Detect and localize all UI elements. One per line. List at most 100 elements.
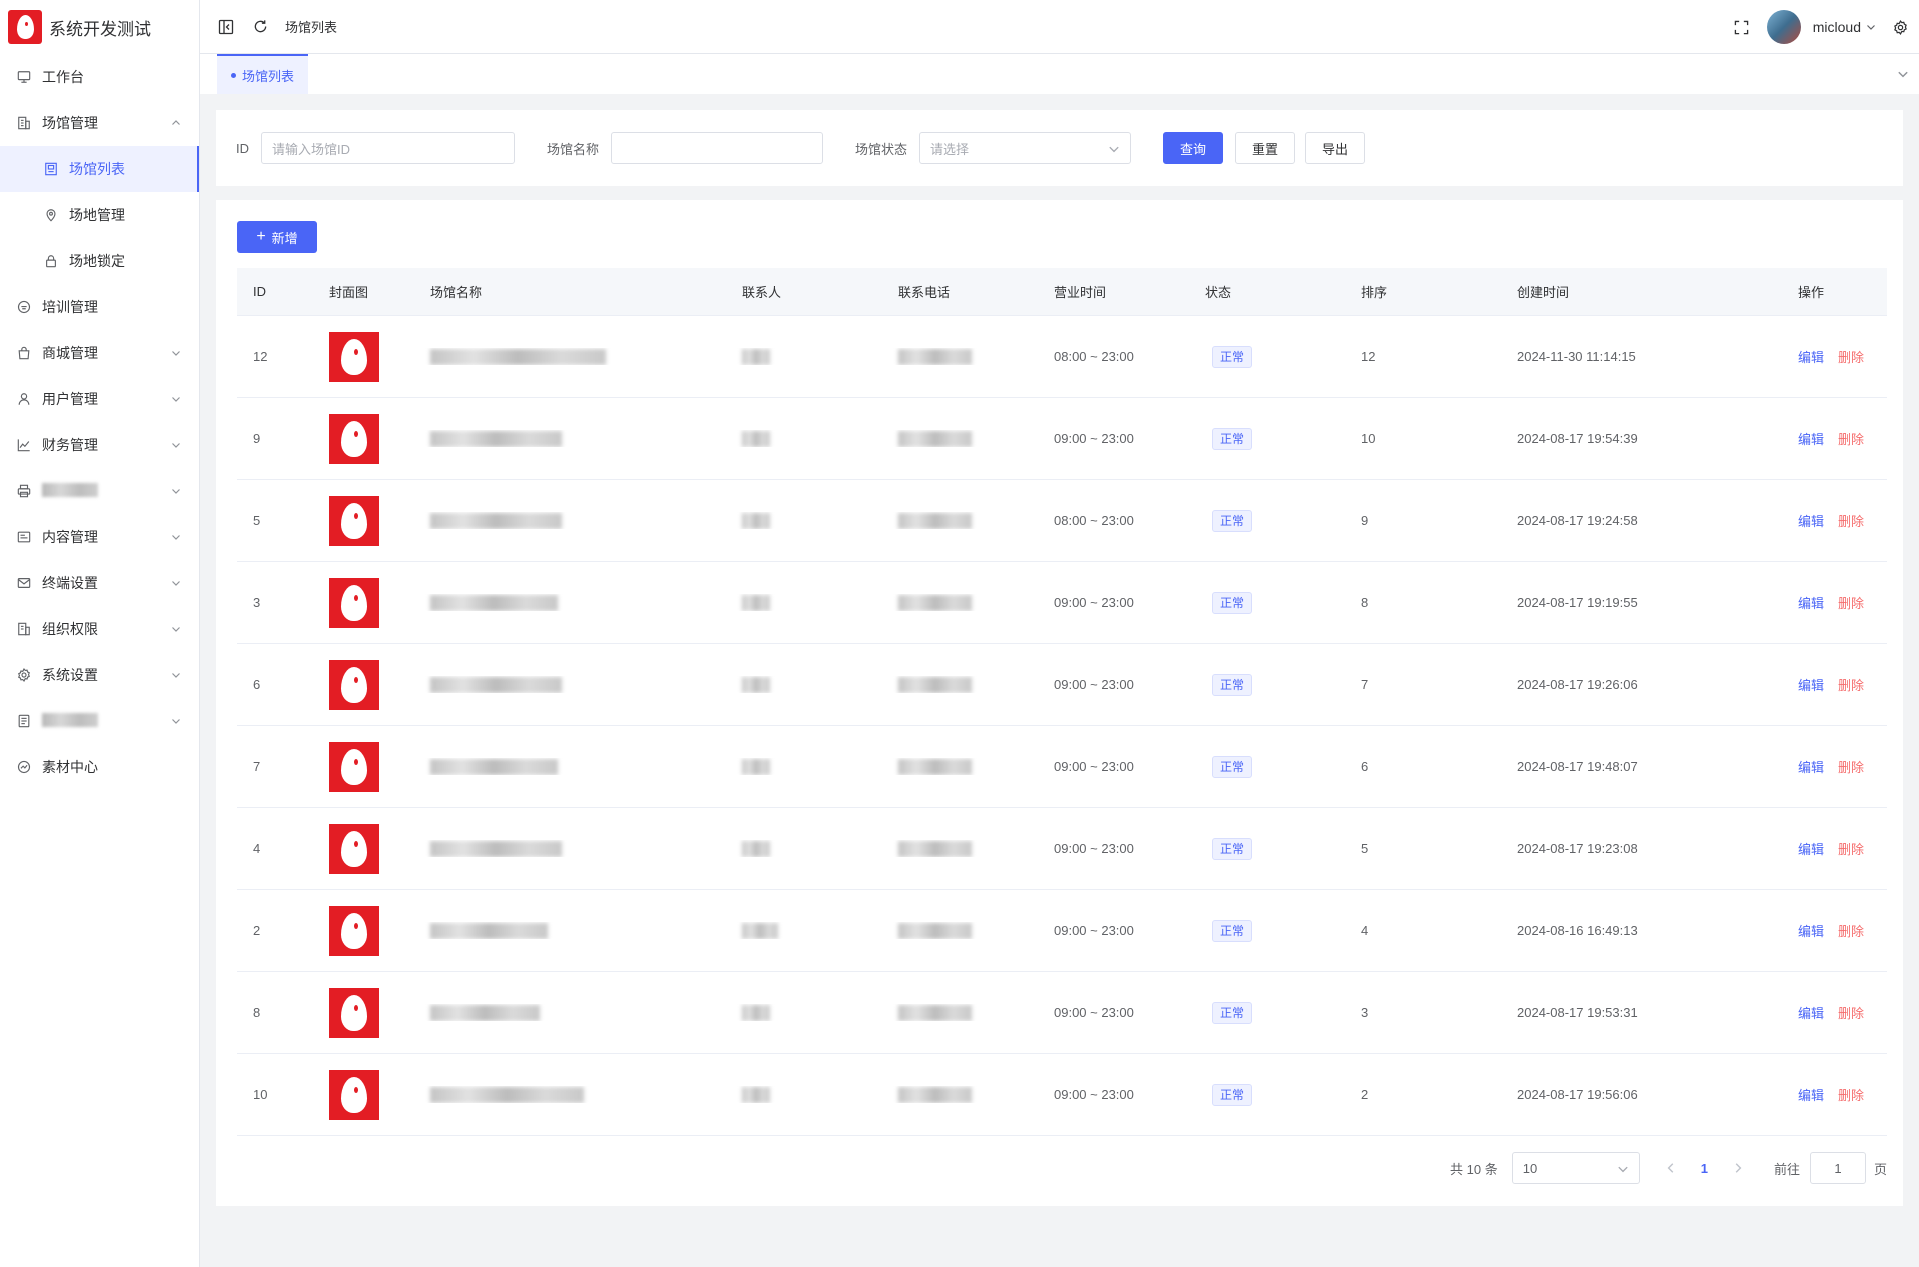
goto-label: 前往 xyxy=(1773,1161,1800,1177)
cover-image[interactable] xyxy=(329,659,379,710)
breadcrumb[interactable]: 场馆列表 xyxy=(285,17,337,36)
logo[interactable]: 系统开发测试 xyxy=(0,0,199,54)
chevron-down-icon[interactable] xyxy=(1865,18,1877,36)
cover-image[interactable] xyxy=(329,741,379,792)
delete-button[interactable]: 删除 xyxy=(1838,1006,1864,1021)
column-header-operations: 操作 xyxy=(1798,285,1825,300)
cell-sort: 8 xyxy=(1361,595,1369,610)
delete-button[interactable]: 删除 xyxy=(1838,432,1864,447)
cover-image[interactable] xyxy=(329,577,379,628)
refresh-icon[interactable] xyxy=(251,18,269,36)
delete-button[interactable]: 删除 xyxy=(1838,842,1864,857)
venue-status-select[interactable]: 请选择 xyxy=(919,132,1132,164)
edit-button[interactable]: 编辑 xyxy=(1798,1088,1824,1103)
plus-icon: + xyxy=(256,228,266,245)
material-icon xyxy=(17,760,31,774)
page-size-select[interactable]: 10 xyxy=(1511,1152,1640,1184)
delete-button[interactable]: 删除 xyxy=(1838,596,1864,611)
cell-created-time: 2024-08-17 19:23:08 xyxy=(1517,841,1638,856)
delete-button[interactable]: 删除 xyxy=(1838,350,1864,365)
column-header-sort: 排序 xyxy=(1361,285,1388,300)
sidebar-item-label: 内容管理 xyxy=(42,529,98,545)
query-button[interactable]: 查询 xyxy=(1163,132,1224,164)
sidebar-item-5[interactable]: 培训管理 xyxy=(0,284,199,330)
cell-created-time: 2024-11-30 11:14:15 xyxy=(1517,349,1636,364)
edit-button[interactable]: 编辑 xyxy=(1798,350,1824,365)
sidebar-item-12[interactable]: 组织权限 xyxy=(0,606,199,652)
sidebar-item-2[interactable]: 场馆列表 xyxy=(0,146,199,192)
redacted-venue-name xyxy=(430,676,562,693)
edit-button[interactable]: 编辑 xyxy=(1798,842,1824,857)
gear-icon[interactable] xyxy=(1891,18,1909,36)
delete-button[interactable]: 删除 xyxy=(1838,514,1864,529)
collapse-sidebar-icon[interactable] xyxy=(217,18,235,36)
edit-button[interactable]: 编辑 xyxy=(1798,924,1824,939)
cell-operations: 编辑 删除 xyxy=(1782,511,1887,530)
sidebar-item-0[interactable]: 工作台 xyxy=(0,54,199,100)
delete-button[interactable]: 删除 xyxy=(1838,924,1864,939)
reset-button[interactable]: 重置 xyxy=(1235,132,1296,164)
edit-button[interactable]: 编辑 xyxy=(1798,596,1824,611)
delete-button[interactable]: 删除 xyxy=(1838,1088,1864,1103)
redacted-contact xyxy=(742,840,770,857)
table-row: 3 09:00 ~ 23:00 正常 8 2024-08-17 19:19:55 编辑 删除 xyxy=(237,562,1887,644)
avatar[interactable] xyxy=(1766,10,1801,44)
sidebar-item-label: 商城管理 xyxy=(42,345,98,361)
sidebar-item-15[interactable]: 素材中心 xyxy=(0,744,199,790)
cell-sort: 9 xyxy=(1361,513,1369,528)
cover-image[interactable] xyxy=(329,987,379,1038)
id-input[interactable]: 请输入场馆ID xyxy=(261,132,515,164)
cover-image[interactable] xyxy=(329,1069,379,1120)
add-venue-button[interactable]: + 新增 xyxy=(237,221,317,253)
status-badge: 正常 xyxy=(1212,345,1253,368)
sidebar-item-10[interactable]: 内容管理 xyxy=(0,514,199,560)
next-page-icon[interactable] xyxy=(1732,1162,1744,1174)
venue-name-input[interactable] xyxy=(611,132,824,164)
cover-image[interactable] xyxy=(329,823,379,874)
sidebar-item-9[interactable] xyxy=(0,468,199,514)
sidebar-item-7[interactable]: 用户管理 xyxy=(0,376,199,422)
chevron-down-icon xyxy=(171,394,181,404)
cell-operations: 编辑 删除 xyxy=(1782,1085,1887,1104)
username[interactable]: micloud xyxy=(1813,19,1861,35)
cell-cover xyxy=(313,659,414,710)
chevron-down-icon xyxy=(171,440,181,450)
redacted-phone xyxy=(898,512,972,529)
edit-button[interactable]: 编辑 xyxy=(1798,760,1824,775)
tabs-dropdown-chevron-icon[interactable] xyxy=(1897,68,1909,80)
delete-button[interactable]: 删除 xyxy=(1838,760,1864,775)
edit-button[interactable]: 编辑 xyxy=(1798,514,1824,529)
tab-venue-list[interactable]: 场馆列表 xyxy=(217,54,309,94)
sidebar-item-4[interactable]: 场地锁定 xyxy=(0,238,199,284)
sidebar-item-3[interactable]: 场地管理 xyxy=(0,192,199,238)
redacted-contact xyxy=(742,594,770,611)
cell-sort: 6 xyxy=(1361,759,1369,774)
export-button[interactable]: 导出 xyxy=(1305,132,1366,164)
cover-image[interactable] xyxy=(329,495,379,546)
cell-status: 正常 xyxy=(1189,427,1345,450)
page-number-current[interactable]: 1 xyxy=(1701,1161,1708,1176)
sidebar-item-13[interactable]: 系统设置 xyxy=(0,652,199,698)
edit-button[interactable]: 编辑 xyxy=(1798,678,1824,693)
sidebar-item-1[interactable]: 场馆管理 xyxy=(0,100,199,146)
sidebar-item-14[interactable] xyxy=(0,698,199,744)
sidebar-item-8[interactable]: 财务管理 xyxy=(0,422,199,468)
cover-image[interactable] xyxy=(329,413,379,464)
edit-button[interactable]: 编辑 xyxy=(1798,1006,1824,1021)
sidebar-item-11[interactable]: 终端设置 xyxy=(0,560,199,606)
cover-image[interactable] xyxy=(329,331,379,382)
tab-label: 场馆列表 xyxy=(242,68,295,84)
brand-logo-icon xyxy=(8,10,42,44)
shopping-bag-icon xyxy=(17,346,31,360)
cell-cover xyxy=(313,413,414,464)
prev-page-icon[interactable] xyxy=(1665,1162,1677,1174)
goto-page-input[interactable]: 1 xyxy=(1809,1152,1866,1184)
delete-button[interactable]: 删除 xyxy=(1838,678,1864,693)
cell-business-hours: 09:00 ~ 23:00 xyxy=(1054,841,1134,856)
sidebar-item-6[interactable]: 商城管理 xyxy=(0,330,199,376)
status-badge: 正常 xyxy=(1212,673,1253,696)
cell-operations: 编辑 删除 xyxy=(1782,1003,1887,1022)
fullscreen-icon[interactable] xyxy=(1733,18,1751,36)
cover-image[interactable] xyxy=(329,905,379,956)
edit-button[interactable]: 编辑 xyxy=(1798,432,1824,447)
